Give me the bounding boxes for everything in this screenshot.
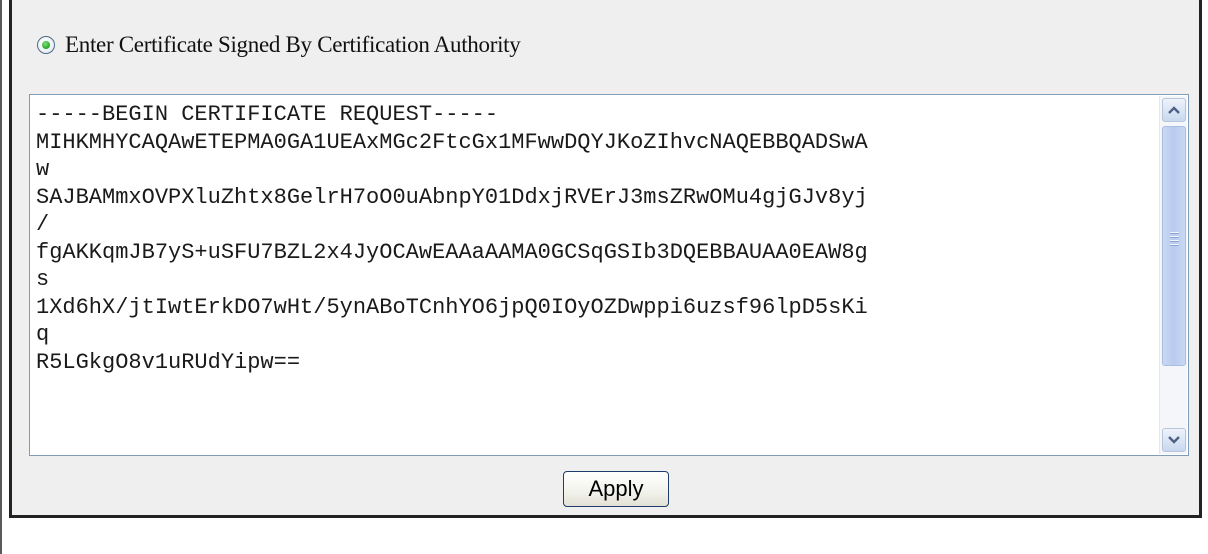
thumb-grip-line [1170, 244, 1179, 246]
thumb-grip-line [1170, 240, 1179, 242]
certificate-line: s [36, 267, 50, 292]
certificate-text[interactable]: -----BEGIN CERTIFICATE REQUEST----- MIHKM… [36, 101, 1158, 449]
thumb-grip-line [1170, 232, 1179, 234]
certificate-line: SAJBAMmxOVPXluZhtx8GelrH7oO0uAbnpY01Ddxj… [36, 184, 868, 210]
scroll-up-arrow-icon [1168, 106, 1180, 114]
thumb-grip-line [1170, 236, 1179, 238]
certificate-line: q [36, 322, 50, 347]
apply-button[interactable]: Apply [563, 471, 669, 507]
scroll-down-arrow-icon [1168, 436, 1180, 444]
ca-signed-option-label: Enter Certificate Signed By Certificatio… [65, 32, 521, 57]
radio-selected-icon[interactable] [37, 36, 55, 54]
certificate-panel: Enter Certificate Signed By Certificatio… [9, 0, 1202, 518]
certificate-line: fgAKKqmJB7yS+uSFU7BZL2x4JyOCAwEAAaAAMA0G… [36, 239, 868, 265]
certificate-line: / [36, 212, 50, 237]
scrollbar-thumb[interactable] [1162, 126, 1186, 366]
certificate-line: -----BEGIN CERTIFICATE REQUEST----- [36, 102, 499, 127]
certificate-line: w [36, 157, 50, 182]
certificate-line: MIHKMHYCAQAwETEPMA0GA1UEAxMGc2FtcGx1MFww… [36, 129, 868, 155]
certificate-line: R5LGkgO8v1uRUdYipw== [36, 349, 301, 375]
vertical-scrollbar[interactable] [1159, 96, 1187, 454]
scroll-up-button[interactable] [1162, 98, 1186, 122]
certificate-line: 1Xd6hX/jtIwtErkDO7wHt/5ynABoTCnhYO6jpQ0I… [36, 294, 868, 320]
radio-dot [42, 41, 50, 49]
ca-signed-option[interactable]: Enter Certificate Signed By Certificatio… [37, 28, 521, 62]
left-border [0, 0, 2, 554]
certificate-textarea[interactable]: -----BEGIN CERTIFICATE REQUEST----- MIHKM… [29, 94, 1189, 456]
scroll-down-button[interactable] [1162, 428, 1186, 452]
